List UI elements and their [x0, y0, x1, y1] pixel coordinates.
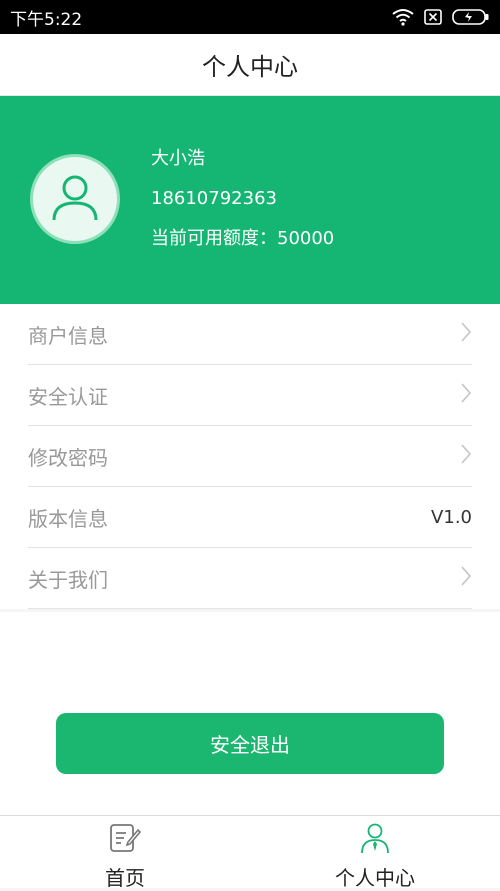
avatar[interactable] — [30, 154, 120, 244]
user-phone: 18610792363 — [151, 188, 277, 209]
status-bar: 下午5:22 — [0, 0, 500, 34]
menu-item-label: 商户信息 — [28, 323, 108, 348]
user-name: 大小浩 — [151, 148, 205, 169]
menu-list: 商户信息 安全认证 修改密码 版本信息 V1.0 关于我们 — [0, 304, 500, 609]
credit-limit: 当前可用额度：50000 — [151, 228, 335, 249]
chevron-right-icon — [460, 321, 472, 348]
chevron-right-icon — [460, 565, 472, 592]
status-icons — [392, 8, 490, 26]
logout-button[interactable]: 安全退出 — [56, 713, 444, 774]
no-sim-icon — [424, 8, 442, 26]
profile-info: 大小浩 18610792363 当前可用额度：50000 — [151, 148, 334, 268]
menu-item-version-info[interactable]: 版本信息 V1.0 — [28, 487, 472, 548]
chevron-right-icon — [460, 382, 472, 409]
title-bar: 个人中心 — [0, 34, 500, 96]
user-tie-icon — [358, 822, 392, 858]
chevron-right-icon — [460, 443, 472, 470]
menu-item-change-password[interactable]: 修改密码 — [28, 426, 472, 487]
menu-item-merchant-info[interactable]: 商户信息 — [28, 304, 472, 365]
menu-item-label: 关于我们 — [28, 567, 108, 592]
page-title: 个人中心 — [202, 53, 298, 81]
menu-item-about-us[interactable]: 关于我们 — [28, 548, 472, 609]
bottom-tab-bar: 首页 个人中心 — [0, 815, 500, 890]
menu-item-label: 修改密码 — [28, 445, 108, 470]
tab-profile[interactable]: 个人中心 — [250, 816, 500, 890]
tab-label: 首页 — [105, 866, 145, 890]
user-icon — [48, 170, 102, 228]
wifi-icon — [392, 8, 414, 26]
status-time: 下午5:22 — [10, 9, 83, 30]
tab-home[interactable]: 首页 — [0, 816, 250, 890]
version-value: V1.0 — [431, 506, 472, 528]
menu-item-label: 版本信息 — [28, 506, 108, 531]
tab-label: 个人中心 — [335, 866, 415, 890]
profile-header: 大小浩 18610792363 当前可用额度：50000 — [0, 96, 500, 304]
battery-charging-icon — [452, 8, 490, 26]
edit-note-icon — [108, 822, 142, 858]
menu-item-security-auth[interactable]: 安全认证 — [28, 365, 472, 426]
menu-item-label: 安全认证 — [28, 384, 108, 409]
